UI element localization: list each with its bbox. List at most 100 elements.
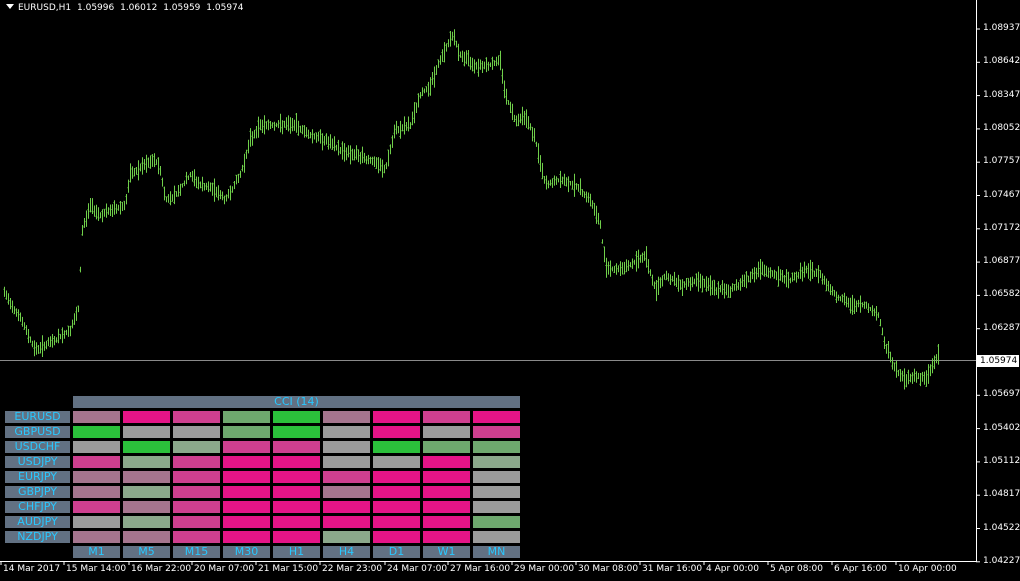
cci-cell xyxy=(423,456,470,468)
cci-cell xyxy=(423,426,470,438)
cci-cell xyxy=(73,471,120,483)
cci-cell xyxy=(123,456,170,468)
cci-cell xyxy=(473,411,520,423)
time-axis-label: 30 Mar 08:00 xyxy=(578,564,639,574)
cci-cell xyxy=(223,531,270,543)
cci-cell xyxy=(273,486,320,498)
cci-cell xyxy=(273,471,320,483)
cci-cell xyxy=(423,486,470,498)
cci-cell xyxy=(223,441,270,453)
cci-symbol-audjpy: AUDJPY xyxy=(5,516,70,528)
cci-cell xyxy=(373,531,420,543)
cci-cell xyxy=(323,516,370,528)
price-axis-label: 1.05112 xyxy=(983,455,1020,466)
price-axis-label: 1.07757 xyxy=(983,156,1020,167)
cci-cell xyxy=(73,531,120,543)
time-axis-label: 20 Mar 07:00 xyxy=(194,564,255,574)
cci-cell xyxy=(273,426,320,438)
cci-cell xyxy=(473,501,520,513)
cci-symbol-eurjpy: EURJPY xyxy=(5,471,70,483)
cci-timeframe-m5: M5 xyxy=(123,546,170,558)
cci-cell xyxy=(273,456,320,468)
cci-cell xyxy=(123,411,170,423)
cci-cell xyxy=(223,486,270,498)
cci-symbol-nzdjpy: NZDJPY xyxy=(5,531,70,543)
cci-symbol-gbpjpy: GBPJPY xyxy=(5,486,70,498)
cci-cell xyxy=(273,531,320,543)
cci-cell xyxy=(473,516,520,528)
time-axis-label: 31 Mar 16:00 xyxy=(642,564,703,574)
cci-symbol-gbpusd: GBPUSD xyxy=(5,426,70,438)
time-axis-label: 24 Mar 07:00 xyxy=(387,564,448,574)
cci-cell xyxy=(173,426,220,438)
cci-cell xyxy=(473,456,520,468)
cci-timeframe-mn: MN xyxy=(473,546,520,558)
cci-cell xyxy=(123,426,170,438)
cci-symbol-chfjpy: CHFJPY xyxy=(5,501,70,513)
time-axis-label: 22 Mar 23:00 xyxy=(322,564,383,574)
time-axis-label: 16 Mar 22:00 xyxy=(131,564,192,574)
cci-cell xyxy=(273,501,320,513)
high-price: 1.06012 xyxy=(120,3,158,13)
cci-cell xyxy=(273,516,320,528)
time-axis-label: 27 Mar 16:00 xyxy=(450,564,511,574)
cci-cell xyxy=(223,501,270,513)
cci-cell xyxy=(73,456,120,468)
cci-symbol-usdchf: USDCHF xyxy=(5,441,70,453)
dropdown-triangle-icon[interactable] xyxy=(6,4,14,9)
cci-cell xyxy=(273,441,320,453)
cci-cell xyxy=(223,516,270,528)
time-axis-label: 5 Apr 08:00 xyxy=(770,564,823,574)
cci-cell xyxy=(123,471,170,483)
price-axis-label: 1.08642 xyxy=(983,56,1020,67)
cci-timeframe-m1: M1 xyxy=(73,546,120,558)
price-axis-label: 1.06582 xyxy=(983,289,1020,300)
cci-timeframe-m30: M30 xyxy=(223,546,270,558)
cci-symbol-usdjpy: USDJPY xyxy=(5,456,70,468)
chart-window[interactable]: EURUSD,H1 1.05996 1.06012 1.05959 1.0597… xyxy=(0,0,1020,581)
cci-cell xyxy=(173,441,220,453)
price-axis-label: 1.08347 xyxy=(983,89,1020,100)
price-axis-label: 1.07172 xyxy=(983,222,1020,233)
cci-symbol-eurusd: EURUSD xyxy=(5,411,70,423)
cci-cell xyxy=(123,531,170,543)
time-axis-label: 4 Apr 00:00 xyxy=(706,564,759,574)
cci-cell xyxy=(223,471,270,483)
current-price-marker: 1.05974 xyxy=(977,355,1019,367)
cci-cell xyxy=(473,426,520,438)
cci-cell xyxy=(173,471,220,483)
cci-cell xyxy=(423,411,470,423)
price-axis-label: 1.04227 xyxy=(983,555,1020,566)
candlestick-series xyxy=(3,29,939,390)
time-axis-label: 29 Mar 00:00 xyxy=(514,564,575,574)
cci-timeframe-h4: H4 xyxy=(323,546,370,558)
cci-cell xyxy=(423,516,470,528)
cci-cell xyxy=(473,531,520,543)
cci-cell xyxy=(273,411,320,423)
price-axis-label: 1.06877 xyxy=(983,256,1020,267)
time-axis-label: 6 Apr 16:00 xyxy=(834,564,887,574)
time-axis-label: 10 Apr 00:00 xyxy=(898,564,957,574)
cci-cell xyxy=(423,471,470,483)
price-axis-label: 1.08052 xyxy=(983,122,1020,133)
close-price: 1.05974 xyxy=(206,3,244,13)
time-axis-label: 14 Mar 2017 xyxy=(3,564,61,574)
cci-cell xyxy=(73,441,120,453)
cci-timeframe-m15: M15 xyxy=(173,546,220,558)
cci-cell xyxy=(373,501,420,513)
chart-header: EURUSD,H1 1.05996 1.06012 1.05959 1.0597… xyxy=(6,3,247,13)
cci-cell xyxy=(373,426,420,438)
cci-cell xyxy=(123,501,170,513)
cci-cell xyxy=(323,501,370,513)
time-axis-label: 15 Mar 14:00 xyxy=(66,564,127,574)
time-axis-label: 21 Mar 15:00 xyxy=(258,564,319,574)
cci-cell xyxy=(373,411,420,423)
price-axis-label: 1.05402 xyxy=(983,422,1020,433)
cci-cell xyxy=(373,471,420,483)
price-axis-label: 1.06287 xyxy=(983,322,1020,333)
cci-cell xyxy=(73,501,120,513)
cci-cell xyxy=(173,456,220,468)
cci-cell xyxy=(323,531,370,543)
cci-cell xyxy=(323,441,370,453)
price-axis-label: 1.07467 xyxy=(983,189,1020,200)
